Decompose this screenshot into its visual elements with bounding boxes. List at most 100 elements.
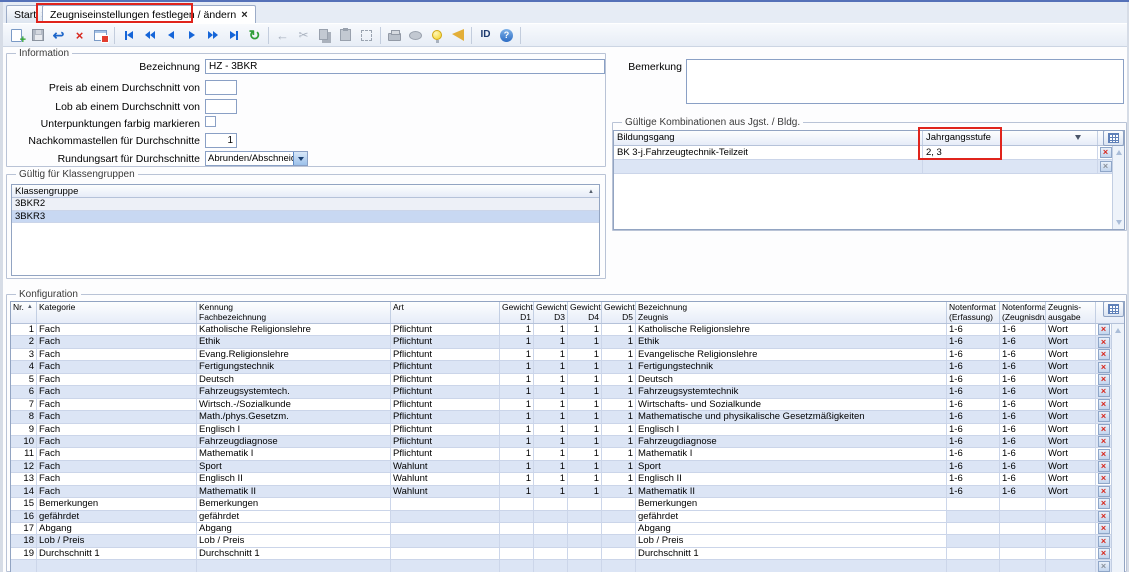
- cell-nr[interactable]: 7: [11, 399, 37, 410]
- cell-art[interactable]: [391, 498, 500, 509]
- cell-gewicht-d4[interactable]: 1: [568, 386, 602, 397]
- cell-kategorie[interactable]: Fach: [37, 361, 197, 372]
- select-region-button[interactable]: [356, 25, 377, 45]
- cell-kategorie[interactable]: Fach: [37, 486, 197, 497]
- cell-notenformat-zeugnisdruck[interactable]: [1000, 535, 1046, 546]
- preis-input[interactable]: [205, 80, 237, 95]
- cell-gewicht-d4[interactable]: 1: [568, 336, 602, 347]
- kombinationen-scrollbar[interactable]: [1112, 146, 1124, 229]
- cell-bildungsgang[interactable]: BK 3-j.Fahrzeugtechnik-Teilzeit: [614, 146, 923, 159]
- cell-nr[interactable]: 2: [11, 336, 37, 347]
- cell-gewicht-d5[interactable]: 1: [602, 399, 636, 410]
- column-header-gewicht-d3[interactable]: Gewicht D3: [534, 302, 568, 323]
- cell-art[interactable]: [391, 511, 500, 522]
- delete-row-button[interactable]: ×: [1098, 498, 1110, 509]
- cell-kennung-fachbezeichnung[interactable]: Sport: [197, 461, 391, 472]
- delete-row-button[interactable]: ×: [1098, 349, 1110, 360]
- cell-gewicht-d1[interactable]: 1: [500, 448, 534, 459]
- cell-kategorie[interactable]: Fach: [37, 336, 197, 347]
- cell-kategorie[interactable]: Abgang: [37, 523, 197, 534]
- column-header-notenformat-erfassung[interactable]: Notenformat (Erfassung): [947, 302, 1000, 323]
- cell-zeugnisausgabe[interactable]: Wort: [1046, 361, 1096, 372]
- cell-kennung-fachbezeichnung[interactable]: Durchschnitt 1: [197, 548, 391, 559]
- scroll-down-icon[interactable]: [1116, 220, 1122, 225]
- cell-bezeichnung-zeugnis[interactable]: Durchschnitt 1: [636, 548, 947, 559]
- cell-gewicht-d4[interactable]: 1: [568, 461, 602, 472]
- cell-gewicht-d4[interactable]: 1: [568, 486, 602, 497]
- cell-kennung-fachbezeichnung[interactable]: Ethik: [197, 336, 391, 347]
- cell-notenformat-erfassung[interactable]: [947, 535, 1000, 546]
- column-header-klassengruppe[interactable]: Klassengruppe ▲: [12, 185, 599, 197]
- cell-kategorie[interactable]: Fach: [37, 349, 197, 360]
- cell-gewicht-d3[interactable]: 1: [534, 436, 568, 447]
- delete-row-button[interactable]: ×: [1098, 374, 1110, 385]
- cell-gewicht-d3[interactable]: 1: [534, 486, 568, 497]
- cell-art[interactable]: Pflichtunt: [391, 424, 500, 435]
- cell-gewicht-d1[interactable]: 1: [500, 473, 534, 484]
- cell-gewicht-d4[interactable]: 1: [568, 473, 602, 484]
- cell-kategorie[interactable]: Bemerkungen: [37, 498, 197, 509]
- cell-kategorie[interactable]: gefährdet: [37, 511, 197, 522]
- cell-kennung-fachbezeichnung[interactable]: Deutsch: [197, 374, 391, 385]
- tab-zeugniseinstellungen[interactable]: Zeugniseinstellungen festlegen / ändern …: [42, 5, 256, 23]
- cell-gewicht-d5[interactable]: [602, 535, 636, 546]
- cell-gewicht-d5[interactable]: 1: [602, 486, 636, 497]
- cell-kategorie[interactable]: Fach: [37, 461, 197, 472]
- list-item[interactable]: 3BKR3: [12, 211, 599, 224]
- cell-art[interactable]: Pflichtunt: [391, 411, 500, 422]
- fast-backward-button[interactable]: [139, 25, 160, 45]
- delete-row-button[interactable]: ×: [1098, 411, 1110, 422]
- unterpunktungen-checkbox[interactable]: [205, 116, 216, 127]
- cell-notenformat-erfassung[interactable]: [947, 511, 1000, 522]
- cell-art[interactable]: Pflichtunt: [391, 336, 500, 347]
- cell-bezeichnung-zeugnis[interactable]: gefährdet: [636, 511, 947, 522]
- cell-kategorie[interactable]: Fach: [37, 374, 197, 385]
- cell-bezeichnung-zeugnis[interactable]: Wirtschafts- und Sozialkunde: [636, 399, 947, 410]
- cell-kennung-fachbezeichnung[interactable]: [197, 560, 391, 571]
- notification-button[interactable]: [447, 25, 468, 45]
- cell-gewicht-d5[interactable]: [602, 511, 636, 522]
- cell-notenformat-erfassung[interactable]: 1-6: [947, 411, 1000, 422]
- bemerkung-textarea[interactable]: [686, 59, 1124, 104]
- konfiguration-grid-settings-button[interactable]: [1103, 301, 1124, 317]
- cell-bezeichnung-zeugnis[interactable]: Ethik: [636, 336, 947, 347]
- cell-gewicht-d1[interactable]: [500, 511, 534, 522]
- save-record-button[interactable]: [27, 25, 48, 45]
- cell-kategorie[interactable]: Fach: [37, 448, 197, 459]
- cell-gewicht-d5[interactable]: 1: [602, 436, 636, 447]
- cell-gewicht-d1[interactable]: 1: [500, 461, 534, 472]
- cell-zeugnisausgabe[interactable]: Wort: [1046, 349, 1096, 360]
- cell-kategorie[interactable]: Durchschnitt 1: [37, 548, 197, 559]
- delete-row-button[interactable]: ×: [1098, 399, 1110, 410]
- delete-row-button[interactable]: ×: [1098, 523, 1110, 534]
- delete-record-button[interactable]: ×: [69, 25, 90, 45]
- cell-nr[interactable]: 8: [11, 411, 37, 422]
- cell-notenformat-zeugnisdruck[interactable]: 1-6: [1000, 374, 1046, 385]
- cell-notenformat-erfassung[interactable]: [947, 498, 1000, 509]
- cell-bezeichnung-zeugnis[interactable]: Evangelische Religionslehre: [636, 349, 947, 360]
- cell-nr[interactable]: 3: [11, 349, 37, 360]
- cell-art[interactable]: Wahlunt: [391, 461, 500, 472]
- cell-kennung-fachbezeichnung[interactable]: Bemerkungen: [197, 498, 391, 509]
- preview-button[interactable]: [405, 25, 426, 45]
- edit-form-button[interactable]: [90, 25, 111, 45]
- cell-notenformat-zeugnisdruck[interactable]: 1-6: [1000, 399, 1046, 410]
- cell-gewicht-d4[interactable]: [568, 560, 602, 571]
- column-header-gewicht-d5[interactable]: Gewicht D5: [602, 302, 636, 323]
- cell-gewicht-d4[interactable]: [568, 535, 602, 546]
- cell-notenformat-zeugnisdruck[interactable]: 1-6: [1000, 324, 1046, 335]
- cell-nr[interactable]: 19: [11, 548, 37, 559]
- cell-gewicht-d1[interactable]: 1: [500, 374, 534, 385]
- cell-bezeichnung-zeugnis[interactable]: Englisch I: [636, 424, 947, 435]
- cell-gewicht-d1[interactable]: 1: [500, 424, 534, 435]
- cell-zeugnisausgabe[interactable]: Wort: [1046, 399, 1096, 410]
- cell-zeugnisausgabe[interactable]: [1046, 498, 1096, 509]
- cell-zeugnisausgabe[interactable]: Wort: [1046, 448, 1096, 459]
- dropdown-arrow-icon[interactable]: [1075, 135, 1081, 143]
- cell-kategorie[interactable]: [37, 560, 197, 571]
- cell-gewicht-d3[interactable]: 1: [534, 386, 568, 397]
- nachkommastellen-input[interactable]: [205, 133, 237, 148]
- delete-row-button[interactable]: ×: [1098, 536, 1110, 547]
- cell-bezeichnung-zeugnis[interactable]: Englisch II: [636, 473, 947, 484]
- cell-kategorie[interactable]: Fach: [37, 386, 197, 397]
